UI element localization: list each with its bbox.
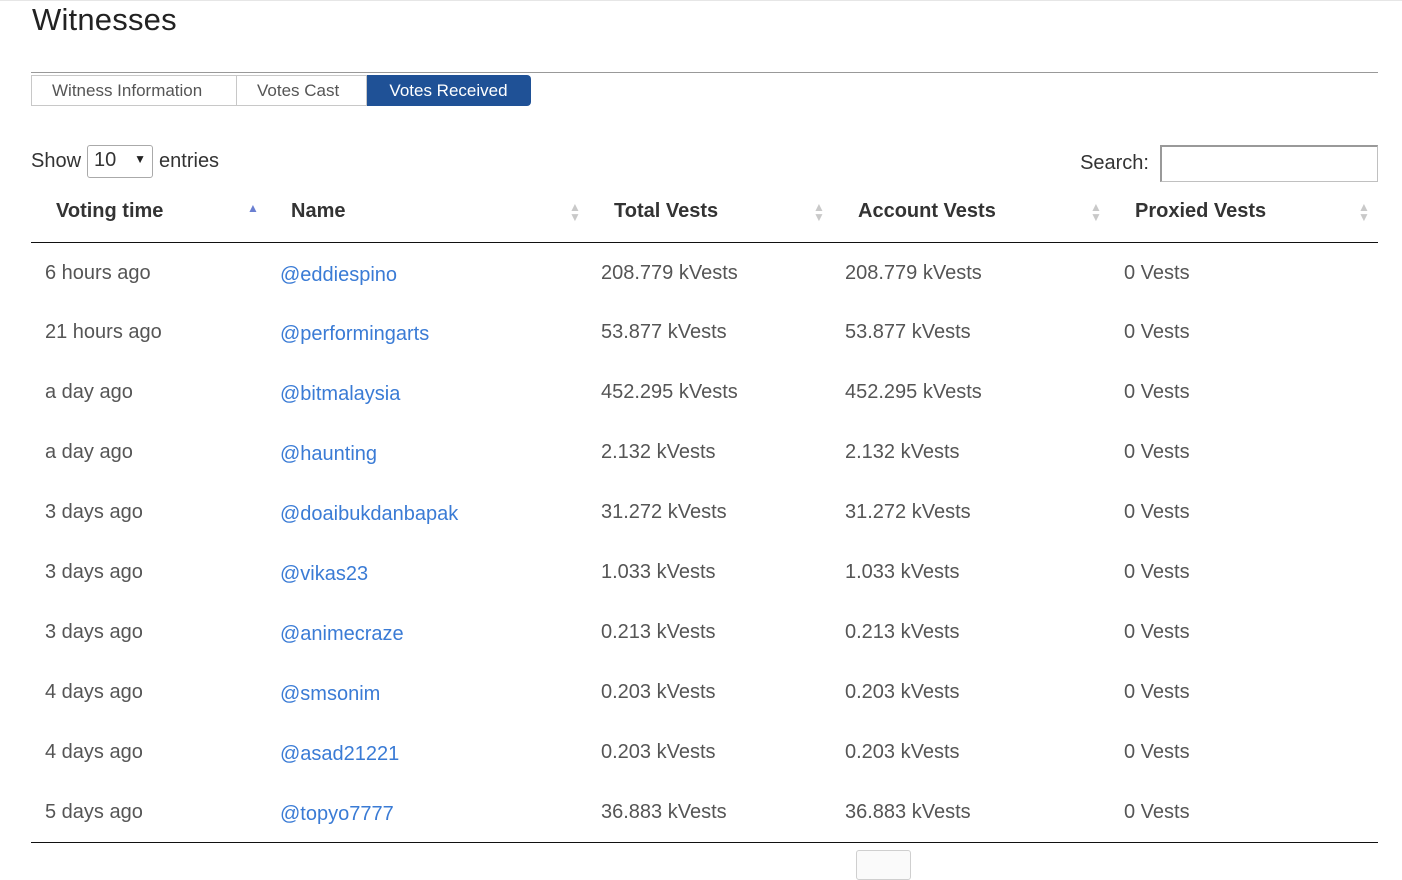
proxied-vests-cell: 0 Vests xyxy=(1124,261,1190,284)
search-label: Search: xyxy=(1080,152,1149,174)
column-header-name[interactable]: Name ▲ ▼ xyxy=(266,186,589,243)
column-header-proxied-vests[interactable]: Proxied Vests ▲ ▼ xyxy=(1110,186,1378,243)
entries-select-value: 10 xyxy=(94,149,117,171)
proxied-vests-cell: 0 Vests xyxy=(1124,621,1190,643)
column-label: Account Vests xyxy=(858,200,996,222)
voting-time-cell: 21 hours ago xyxy=(45,321,162,343)
total-vests-cell: 36.883 kVests xyxy=(601,801,727,823)
total-vests-cell: 2.132 kVests xyxy=(601,441,716,463)
tab-witness-information[interactable]: Witness Information xyxy=(31,75,237,106)
voting-time-cell: 5 days ago xyxy=(45,801,143,823)
voting-time-cell: a day ago xyxy=(45,381,133,403)
column-header-total-vests[interactable]: Total Vests ▲ ▼ xyxy=(589,186,833,243)
sort-both-icon: ▲ ▼ xyxy=(1090,200,1102,224)
tab-votes-cast[interactable]: Votes Cast xyxy=(237,75,367,106)
column-label: Total Vests xyxy=(614,200,719,222)
column-label: Voting time xyxy=(56,200,164,222)
page-title: Witnesses xyxy=(32,2,177,37)
column-label: Name xyxy=(291,200,346,222)
table-row: 4 days ago @smsonim 0.203 kVests 0.203 k… xyxy=(31,662,1378,722)
account-vests-cell: 2.132 kVests xyxy=(845,441,960,463)
proxied-vests-cell: 0 Vests xyxy=(1124,441,1190,463)
voter-name-link[interactable]: @vikas23 xyxy=(280,542,589,586)
total-vests-cell: 53.877 kVests xyxy=(601,321,727,343)
page-length-control: Show 10 ▼ entries xyxy=(31,145,219,178)
table-header-row: Voting time ▲ Name ▲ ▼ Total Vests ▲ ▼ Acc… xyxy=(31,186,1378,243)
voting-time-cell: 4 days ago xyxy=(45,681,143,703)
table-row: 3 days ago @vikas23 1.033 kVests 1.033 k… xyxy=(31,542,1378,602)
total-vests-cell: 1.033 kVests xyxy=(601,561,716,583)
table-row: 6 hours ago @eddiespino 208.779 kVests 2… xyxy=(31,242,1378,302)
table-row: a day ago @haunting 2.132 kVests 2.132 k… xyxy=(31,422,1378,482)
table-row: 3 days ago @doaibukdanbapak 31.272 kVest… xyxy=(31,482,1378,542)
proxied-vests-cell: 0 Vests xyxy=(1124,321,1190,343)
tab-votes-received[interactable]: Votes Received xyxy=(367,75,531,106)
table-row: 21 hours ago @performingarts 53.877 kVes… xyxy=(31,302,1378,362)
voter-name-link[interactable]: @animecraze xyxy=(280,602,589,646)
tab-bar: Witness Information Votes Cast Votes Rec… xyxy=(31,75,531,106)
account-vests-cell: 0.203 kVests xyxy=(845,681,960,703)
table-row: a day ago @bitmalaysia 452.295 kVests 45… xyxy=(31,362,1378,422)
total-vests-cell: 208.779 kVests xyxy=(601,261,738,284)
search-input[interactable] xyxy=(1160,145,1378,182)
voter-name-link[interactable]: @eddiespino xyxy=(280,243,589,287)
account-vests-cell: 53.877 kVests xyxy=(845,321,971,343)
voter-name-link[interactable]: @topyo7777 xyxy=(280,782,589,826)
voter-name-link[interactable]: @performingarts xyxy=(280,302,589,346)
votes-table: Voting time ▲ Name ▲ ▼ Total Vests ▲ ▼ Acc… xyxy=(31,186,1378,843)
account-vests-cell: 452.295 kVests xyxy=(845,381,982,403)
account-vests-cell: 0.213 kVests xyxy=(845,621,960,643)
voter-name-link[interactable]: @smsonim xyxy=(280,662,589,706)
entries-select[interactable]: 10 ▼ xyxy=(87,145,154,178)
total-vests-cell: 452.295 kVests xyxy=(601,381,738,403)
proxied-vests-cell: 0 Vests xyxy=(1124,501,1190,523)
proxied-vests-cell: 0 Vests xyxy=(1124,681,1190,703)
proxied-vests-cell: 0 Vests xyxy=(1124,561,1190,583)
table-row: 3 days ago @animecraze 0.213 kVests 0.21… xyxy=(31,602,1378,662)
voter-name-link[interactable]: @doaibukdanbapak xyxy=(280,482,589,526)
account-vests-cell: 208.779 kVests xyxy=(845,261,982,284)
account-vests-cell: 31.272 kVests xyxy=(845,501,971,523)
total-vests-cell: 0.203 kVests xyxy=(601,741,716,763)
chevron-down-icon: ▼ xyxy=(134,152,147,166)
search-control: Search: xyxy=(1080,145,1378,182)
table-row: 4 days ago @asad21221 0.203 kVests 0.203… xyxy=(31,722,1378,782)
column-label: Proxied Vests xyxy=(1135,200,1267,222)
total-vests-cell: 0.213 kVests xyxy=(601,621,716,643)
account-vests-cell: 36.883 kVests xyxy=(845,801,971,823)
top-border xyxy=(0,0,1402,1)
voting-time-cell: 4 days ago xyxy=(45,741,143,763)
title-divider xyxy=(31,72,1378,73)
voter-name-link[interactable]: @asad21221 xyxy=(280,722,589,766)
column-header-account-vests[interactable]: Account Vests ▲ ▼ xyxy=(833,186,1110,243)
voting-time-cell: 6 hours ago xyxy=(45,261,151,284)
sort-both-icon: ▲ ▼ xyxy=(569,200,581,224)
voting-time-cell: 3 days ago xyxy=(45,561,143,583)
proxied-vests-cell: 0 Vests xyxy=(1124,381,1190,403)
proxied-vests-cell: 0 Vests xyxy=(1124,801,1190,823)
voting-time-cell: 3 days ago xyxy=(45,621,143,643)
proxied-vests-cell: 0 Vests xyxy=(1124,741,1190,763)
account-vests-cell: 1.033 kVests xyxy=(845,561,960,583)
voting-time-cell: 3 days ago xyxy=(45,501,143,523)
sort-both-icon: ▲ ▼ xyxy=(813,200,825,224)
sort-ascending-icon: ▲ xyxy=(247,201,259,215)
column-header-voting-time[interactable]: Voting time ▲ xyxy=(31,186,266,243)
show-label: Show xyxy=(31,150,82,172)
voting-time-cell: a day ago xyxy=(45,441,133,463)
total-vests-cell: 0.203 kVests xyxy=(601,681,716,703)
voter-name-link[interactable]: @haunting xyxy=(280,422,589,466)
account-vests-cell: 0.203 kVests xyxy=(845,741,960,763)
total-vests-cell: 31.272 kVests xyxy=(601,501,727,523)
sort-both-icon: ▲ ▼ xyxy=(1358,200,1370,224)
entries-label: entries xyxy=(159,150,220,172)
pagination-button[interactable] xyxy=(856,850,911,880)
voter-name-link[interactable]: @bitmalaysia xyxy=(280,362,589,406)
table-row: 5 days ago @topyo7777 36.883 kVests 36.8… xyxy=(31,782,1378,843)
